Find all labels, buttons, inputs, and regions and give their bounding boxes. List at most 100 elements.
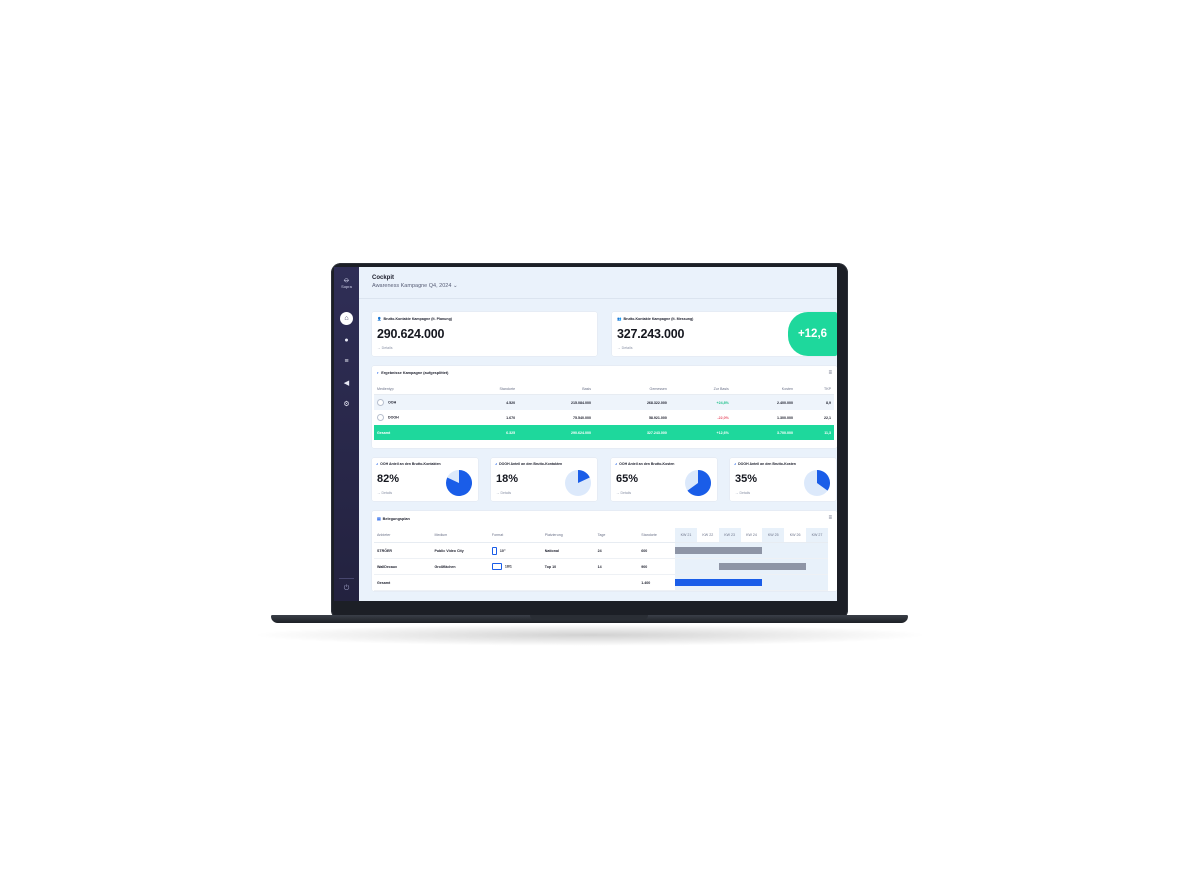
share-pie [565,470,591,496]
table-row[interactable]: WallDecaux Großflächen 18/1 Top 10 14 90… [374,558,828,575]
user-icon: 👤 [377,317,382,321]
share-value: 65% [616,473,639,485]
kpi-value: 290.624.000 [377,327,445,341]
details-link-label: Details [381,346,393,350]
app-logo[interactable]: ⦵ Sopra [338,274,355,290]
cell: 11,3 [796,425,834,440]
results-table: Medientyp Standorte Basis Gemessen Zur B… [374,383,834,440]
delta-badge: +12,6 [788,312,837,356]
campaign-selector-label: Awareness Kampagne Q4, 2024 [372,283,452,289]
cell: 1.300.000 [777,415,793,420]
section-title: Ergebnisse Kampagne (aufgesplittet) [381,371,449,375]
nav-settings-icon[interactable]: ⚙ [340,397,353,410]
users-icon: 👥 [617,317,622,321]
share-value: 18% [496,473,519,485]
cell: Großflächen [431,558,489,575]
cell: Top 10 [541,558,595,575]
share-value: 35% [735,473,758,485]
gantt-bar[interactable] [675,579,763,586]
cell: 327.243.000 [594,425,670,440]
filter-icon[interactable]: ≡ [828,370,832,376]
share-label: OOH Anteil an den Brutto-Kontakten [380,462,441,466]
col-header[interactable]: Standorte [455,383,519,395]
details-link[interactable]: → Details [496,491,511,495]
main-content: Cockpit Awareness Kampagne Q4, 2024 ⌄ 👤 B… [359,267,837,601]
logout-icon[interactable]: ⏻ [334,585,359,593]
cell: -22,0% [717,415,729,420]
cell: 6.325 [455,425,519,440]
col-header[interactable]: Gemessen [594,383,670,395]
cell: 58.921.000 [648,415,667,420]
share-card-ooh-contacts: ◕ OOH Anteil an den Brutto-Kontakten 82% … [372,458,478,501]
cell: OOH [388,400,397,405]
campaign-selector[interactable]: Awareness Kampagne Q4, 2024 ⌄ [372,283,458,289]
table-row[interactable]: STRÖER Public Video City 10" National 24… [374,542,828,559]
pie-chart-icon: ◕ [495,462,498,466]
table-total-row: Gesamt 1.400 [374,574,828,591]
details-link[interactable]: → Details [377,346,393,350]
gantt-bar[interactable] [675,547,763,554]
cell: 4.520 [455,394,519,410]
filter-icon[interactable]: ≡ [828,515,832,521]
cell: 290.624.000 [518,425,595,440]
nav-list-icon[interactable]: ≡ [340,355,353,368]
cell: 2.400.000 [731,394,796,410]
details-link[interactable]: → Details [616,491,631,495]
col-header[interactable]: Format [488,528,542,543]
col-header[interactable]: Tage [594,528,639,543]
col-header[interactable]: Medientyp [374,383,456,395]
cell: 75.540.000 [573,415,592,420]
kpi-card-measured: 👥 Brutto-Kontakte Kampagne (lt. Messung) … [612,312,837,356]
pie-chart-icon: ◕ [615,462,618,466]
week-header: KW 21 [675,528,697,543]
plan-table: Anbieter Medium Format Platzierung Tage … [374,528,828,591]
share-pie [685,470,711,496]
col-header[interactable]: TKP [796,383,834,395]
cell: DOOH [388,415,399,420]
nav-home-icon[interactable]: ⌂ [340,312,353,325]
kpi-label: Brutto-Kontakte Kampagne (lt. Planung) [383,317,452,321]
nav-campaign-icon[interactable]: ◀ [340,376,353,389]
cell: Public Video City [431,542,489,559]
arrow-right-icon: → [496,491,500,495]
plan-card: ▤ Belegungsplan ≡ Anbieter Medium Format … [372,511,837,591]
cell: WallDecaux [374,558,432,575]
details-link[interactable]: → Details [377,491,392,495]
col-header[interactable]: Medium [431,528,489,543]
details-link-label: Details [739,491,751,495]
table-row[interactable]: OOH 4.520 215.084.000 268.322.000 +24,8%… [374,394,834,410]
share-label: DOOH Anteil an den Brutto-Kosten [738,462,796,466]
cell: 1.670 [506,415,516,420]
cell: 600 [638,542,676,559]
table-row[interactable]: DOOH 1.670 75.540.000 58.921.000 -22,0% … [374,410,834,425]
nav-location-icon[interactable]: ● [340,334,353,347]
gantt-bar[interactable] [718,563,807,570]
details-link[interactable]: → Details [735,491,750,495]
share-card-dooh-contacts: ◕ DOOH Anteil an den Brutto-Kontakten 18%… [491,458,597,501]
cell: Gesamt [374,574,432,591]
col-header[interactable]: Basis [518,383,595,395]
col-header[interactable]: Zur Basis [669,383,732,395]
laptop-notch [530,615,648,620]
col-header[interactable]: Anbieter [374,528,432,543]
row-checkbox[interactable] [377,414,384,421]
table-total-row: Gesamt 6.325 290.624.000 327.243.000 +12… [374,425,834,440]
cell: +24,8% [669,394,732,410]
details-link[interactable]: → Details [617,346,633,350]
col-header[interactable]: Standorte [638,528,676,543]
results-card: ◐ Ergebnisse Kampagne (aufgesplittet) ≡ M… [372,366,837,448]
details-link-label: Details [381,491,393,495]
app-screen: ⦵ Sopra ⌂ ● ≡ ◀ ⚙ ⏻ Cockpit Awareness Ka… [334,267,837,601]
col-header[interactable]: Kosten [731,383,796,395]
share-value: 82% [377,473,400,485]
row-checkbox[interactable] [377,399,384,406]
cell: 215.084.000 [518,394,595,410]
logo-icon: ⦵ [342,274,351,284]
calendar-icon: ▤ [377,517,381,521]
details-link-label: Details [500,491,512,495]
col-header[interactable]: Platzierung [541,528,595,543]
details-link-label: Details [620,491,632,495]
cell: STRÖER [374,542,432,559]
page-title: Cockpit [372,275,395,281]
share-pie [446,470,472,496]
